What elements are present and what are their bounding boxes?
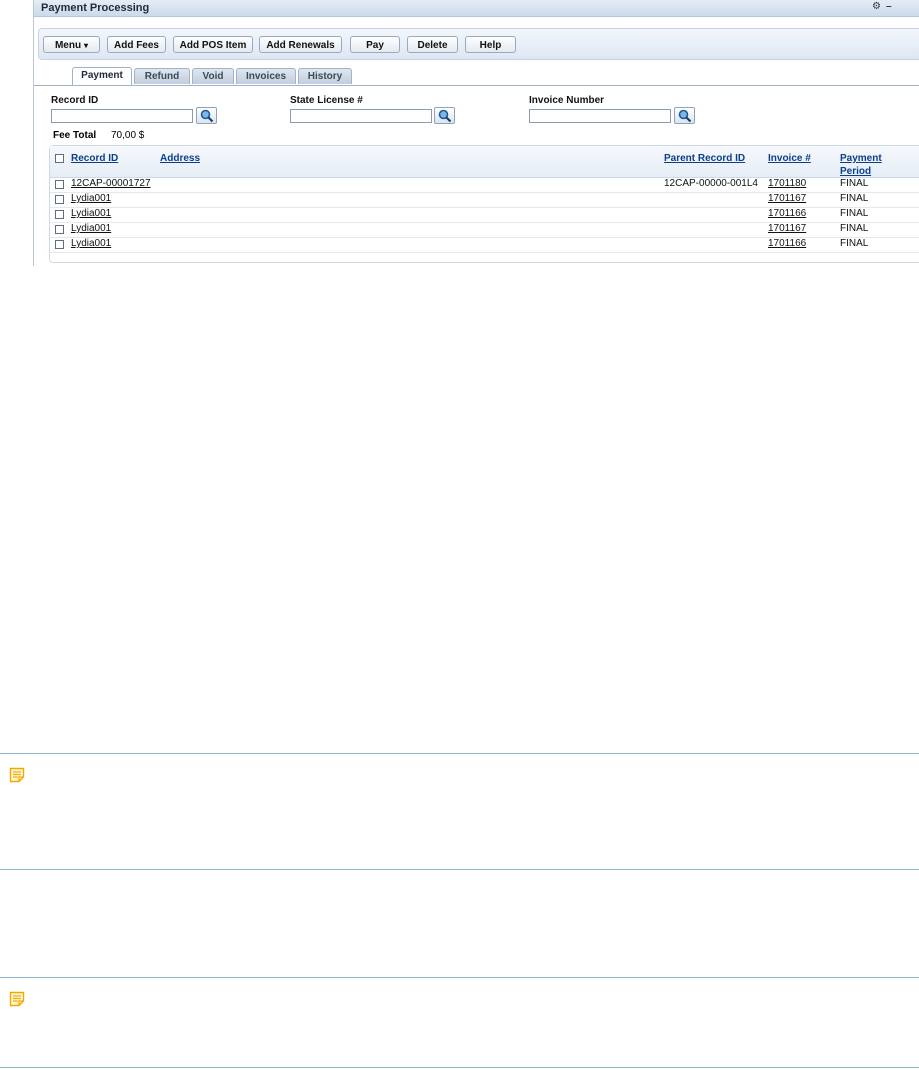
tab-payment[interactable]: Payment bbox=[72, 67, 132, 85]
record-id-link[interactable]: Lydia001 bbox=[71, 223, 111, 234]
add-fees-button[interactable]: Add Fees bbox=[107, 36, 166, 53]
row-checkbox[interactable] bbox=[55, 180, 64, 189]
table-row[interactable]: Lydia001 1701167 FINAL bbox=[50, 222, 919, 238]
invoice-number-input[interactable] bbox=[529, 109, 671, 123]
payment-period-cell: FINAL bbox=[840, 238, 869, 249]
grid-header: Record ID Address Parent Record ID Invoi… bbox=[50, 146, 919, 178]
toolbar: Menu ▾ Add Fees Add POS Item Add Renewals… bbox=[38, 28, 919, 60]
note-icon bbox=[9, 767, 25, 783]
search-icon bbox=[678, 109, 692, 123]
invoice-number-search-button[interactable] bbox=[674, 107, 695, 124]
fee-total-label: Fee Total bbox=[53, 130, 97, 141]
col-header-payment-period-line1: Payment bbox=[840, 153, 882, 164]
record-id-link[interactable]: Lydia001 bbox=[71, 208, 111, 219]
col-header-record-id[interactable]: Record ID bbox=[71, 152, 118, 165]
invoice-link[interactable]: 1701180 bbox=[768, 178, 806, 189]
help-button[interactable]: Help bbox=[465, 36, 516, 53]
menu-button-label: Menu bbox=[54, 40, 82, 51]
invoice-link[interactable]: 1701167 bbox=[768, 193, 806, 204]
menu-button[interactable]: Menu ▾ bbox=[43, 36, 100, 53]
col-header-invoice[interactable]: Invoice # bbox=[768, 152, 811, 165]
table-row[interactable]: Lydia001 1701166 FINAL bbox=[50, 237, 919, 253]
portlet-title: Payment Processing bbox=[41, 2, 150, 14]
row-checkbox[interactable] bbox=[55, 225, 64, 234]
tab-invoices[interactable]: Invoices bbox=[236, 68, 296, 84]
col-header-address[interactable]: Address bbox=[160, 152, 200, 165]
state-license-label: State License # bbox=[290, 95, 363, 106]
payment-period-cell: FINAL bbox=[840, 178, 869, 189]
row-checkbox[interactable] bbox=[55, 195, 64, 204]
tab-bar: Payment Refund Void Invoices History bbox=[34, 67, 919, 86]
pay-button[interactable]: Pay bbox=[350, 36, 400, 53]
table-row[interactable]: Lydia001 1701167 FINAL bbox=[50, 192, 919, 208]
chevron-down-icon: ▾ bbox=[84, 41, 89, 50]
note-icon bbox=[9, 991, 25, 1007]
fee-total-value: 70,00 $ bbox=[111, 130, 145, 141]
col-header-payment-period[interactable]: Payment Period bbox=[840, 152, 882, 178]
tab-void[interactable]: Void bbox=[192, 68, 234, 84]
note-bottom-rule bbox=[0, 1067, 919, 1068]
settings-icon[interactable]: ⚙ bbox=[872, 1, 881, 12]
portlet-header: Payment Processing ⚙ – bbox=[34, 0, 919, 17]
payment-period-cell: FINAL bbox=[840, 223, 869, 234]
state-license-search-button[interactable] bbox=[434, 107, 455, 124]
table-row[interactable]: Lydia001 1701166 FINAL bbox=[50, 207, 919, 223]
record-id-link[interactable]: Lydia001 bbox=[71, 193, 111, 204]
record-id-link[interactable]: Lydia001 bbox=[71, 238, 111, 249]
invoice-number-label: Invoice Number bbox=[529, 95, 605, 106]
minimize-icon[interactable]: – bbox=[886, 1, 892, 12]
tab-history[interactable]: History bbox=[298, 68, 352, 84]
col-header-payment-period-line2: Period bbox=[840, 166, 872, 177]
invoice-link[interactable]: 1701166 bbox=[768, 238, 806, 249]
payment-period-cell: FINAL bbox=[840, 208, 869, 219]
select-all-checkbox[interactable] bbox=[55, 154, 64, 163]
record-id-input[interactable] bbox=[51, 109, 193, 123]
invoice-link[interactable]: 1701167 bbox=[768, 223, 806, 234]
col-header-parent-record-id[interactable]: Parent Record ID bbox=[664, 152, 745, 165]
note-bottom-rule bbox=[0, 869, 919, 870]
payment-grid: Record ID Address Parent Record ID Invoi… bbox=[49, 145, 919, 263]
payment-processing-portlet: Payment Processing ⚙ – Menu ▾ Add Fees Ad… bbox=[33, 0, 919, 266]
note-top-rule bbox=[0, 977, 919, 978]
search-icon bbox=[200, 109, 214, 123]
add-renewals-button[interactable]: Add Renewals bbox=[259, 36, 342, 53]
state-license-input[interactable] bbox=[290, 109, 432, 123]
search-icon bbox=[438, 109, 452, 123]
add-pos-item-button[interactable]: Add POS Item bbox=[173, 36, 253, 53]
table-row[interactable]: 12CAP-00001727 12CAP-00000-001L4 1701180… bbox=[50, 177, 919, 193]
tab-refund[interactable]: Refund bbox=[134, 68, 190, 84]
record-id-link[interactable]: 12CAP-00001727 bbox=[71, 178, 151, 189]
payment-period-cell: FINAL bbox=[840, 193, 869, 204]
record-id-search-button[interactable] bbox=[196, 107, 217, 124]
row-checkbox[interactable] bbox=[55, 210, 64, 219]
delete-button[interactable]: Delete bbox=[407, 36, 458, 53]
invoice-link[interactable]: 1701166 bbox=[768, 208, 806, 219]
record-id-label: Record ID bbox=[51, 95, 99, 106]
parent-record-id-cell: 12CAP-00000-001L4 bbox=[664, 178, 758, 189]
note-top-rule bbox=[0, 753, 919, 754]
row-checkbox[interactable] bbox=[55, 240, 64, 249]
